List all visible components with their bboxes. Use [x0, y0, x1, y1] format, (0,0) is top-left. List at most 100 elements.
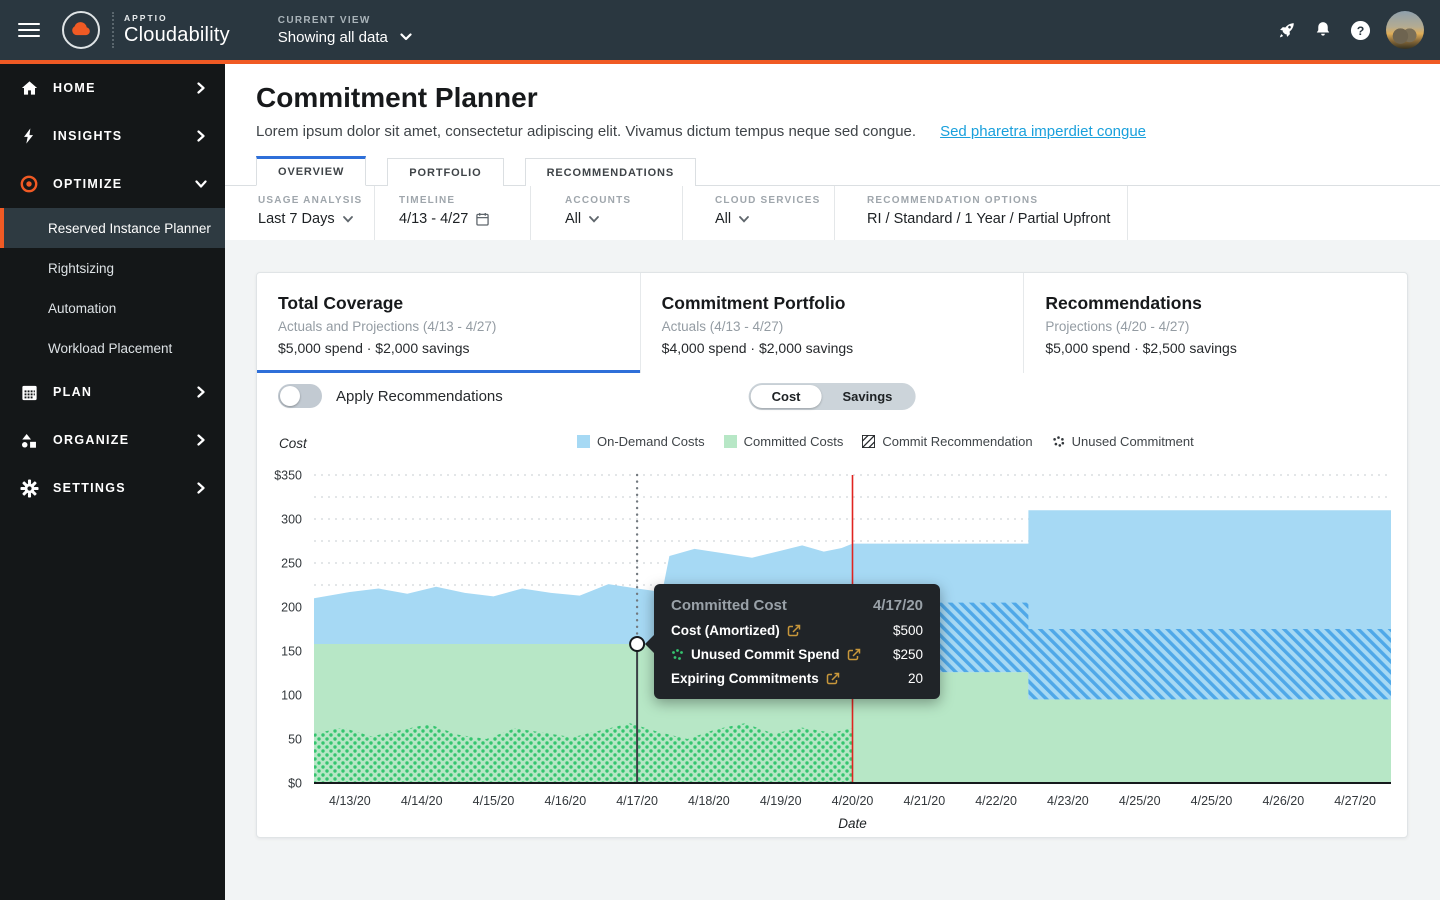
tooltip-row-label: Expiring Commitments — [671, 671, 819, 686]
current-view-label: CURRENT VIEW — [278, 15, 412, 26]
sidebar-item-reserved-instance-planner[interactable]: Reserved Instance Planner — [0, 208, 225, 248]
topbar-actions: ? — [1275, 11, 1424, 49]
sidebar-item-automation[interactable]: Automation — [0, 288, 225, 328]
chevron-right-icon — [195, 434, 207, 446]
chevron-right-icon — [195, 482, 207, 494]
toggle-cost[interactable]: Cost — [751, 385, 822, 408]
sidebar-item-optimize[interactable]: OPTIMIZE — [0, 160, 225, 208]
filter-label: USAGE ANALYSIS — [258, 195, 374, 206]
filter-usage-analysis[interactable]: USAGE ANALYSIS Last 7 Days — [256, 186, 375, 240]
tooltip-date: 4/17/20 — [873, 597, 923, 614]
external-link-icon[interactable] — [787, 624, 801, 638]
chart-controls: Apply Recommendations Cost Savings — [257, 373, 1407, 419]
logo-divider — [112, 12, 114, 48]
tooltip-title: Committed Cost — [671, 597, 787, 614]
legend-on-demand-costs[interactable]: On-Demand Costs — [577, 434, 705, 449]
svg-text:200: 200 — [281, 601, 302, 615]
legend-commit-recommendation[interactable]: Commit Recommendation — [862, 434, 1032, 449]
sidebar-item-insights[interactable]: INSIGHTS — [0, 112, 225, 160]
external-link-icon[interactable] — [847, 648, 861, 662]
chevron-right-icon — [195, 130, 207, 142]
svg-text:4/22/20: 4/22/20 — [975, 794, 1017, 808]
chevron-down-icon — [343, 216, 353, 223]
filter-value: RI / Standard / 1 Year / Partial Upfront — [867, 211, 1110, 227]
current-view-value: Showing all data — [278, 29, 388, 46]
topbar: APPTIO Cloudability CURRENT VIEW Showing… — [0, 0, 1440, 64]
page-description: Lorem ipsum dolor sit amet, consectetur … — [256, 123, 1440, 140]
svg-text:4/21/20: 4/21/20 — [903, 794, 945, 808]
menu-icon[interactable] — [18, 19, 40, 41]
svg-text:4/27/20: 4/27/20 — [1334, 794, 1376, 808]
svg-text:4/25/20: 4/25/20 — [1191, 794, 1233, 808]
legend-committed-costs[interactable]: Committed Costs — [724, 434, 844, 449]
legend-label: On-Demand Costs — [597, 434, 705, 449]
svg-text:4/18/20: 4/18/20 — [688, 794, 730, 808]
sidebar-item-label: INSIGHTS — [53, 129, 122, 143]
user-avatar[interactable] — [1386, 11, 1424, 49]
summary-card-recommendations[interactable]: Recommendations Projections (4/20 - 4/27… — [1023, 273, 1407, 373]
tab-recommendations[interactable]: RECOMMENDATIONS — [525, 158, 697, 186]
svg-text:100: 100 — [281, 689, 302, 703]
sidebar-item-organize[interactable]: ORGANIZE — [0, 416, 225, 464]
filter-cloud-services[interactable]: CLOUD SERVICES All — [683, 186, 835, 240]
svg-text:50: 50 — [288, 733, 302, 747]
chevron-right-icon — [195, 82, 207, 94]
sidebar-item-label: HOME — [53, 81, 96, 95]
filter-bar: USAGE ANALYSIS Last 7 Days TIMELINE 4/13… — [225, 186, 1440, 240]
main-content: Commitment Planner Lorem ipsum dolor sit… — [225, 64, 1440, 900]
sidebar-item-rightsizing[interactable]: Rightsizing — [0, 248, 225, 288]
svg-text:Date: Date — [838, 816, 867, 831]
filter-timeline[interactable]: TIMELINE 4/13 - 4/27 — [375, 186, 531, 240]
tooltip-row-label: Cost (Amortized) — [671, 623, 780, 638]
coverage-card: Total Coverage Actuals and Projections (… — [256, 272, 1408, 838]
svg-text:250: 250 — [281, 557, 302, 571]
chevron-down-icon — [195, 178, 207, 190]
summary-value: $4,000 spend · $2,000 savings — [662, 340, 1024, 356]
sidebar-item-home[interactable]: HOME — [0, 64, 225, 112]
tab-bar: OVERVIEW PORTFOLIO RECOMMENDATIONS — [225, 155, 1440, 186]
sidebar-item-label: ORGANIZE — [53, 433, 129, 447]
sidebar-item-settings[interactable]: SETTINGS — [0, 464, 225, 512]
chart-tooltip: Committed Cost 4/17/20 Cost (Amortized) … — [654, 584, 940, 699]
chevron-down-icon — [739, 216, 749, 223]
cloud-logo-icon — [62, 11, 100, 49]
sidebar-item-plan[interactable]: PLAN — [0, 368, 225, 416]
tooltip-row-value: $250 — [893, 647, 923, 662]
sidebar-item-workload-placement[interactable]: Workload Placement — [0, 328, 225, 368]
tooltip-row-value: 20 — [908, 671, 923, 686]
chart-legend: On-Demand Costs Committed Costs Commit R… — [577, 434, 1194, 449]
svg-text:4/14/20: 4/14/20 — [401, 794, 443, 808]
help-icon[interactable]: ? — [1349, 19, 1371, 41]
cloudability-logo: APPTIO Cloudability — [62, 11, 230, 49]
filter-label: CLOUD SERVICES — [715, 195, 834, 206]
summary-title: Total Coverage — [278, 293, 640, 314]
chevron-down-icon — [400, 33, 412, 41]
toggle-savings[interactable]: Savings — [822, 385, 914, 408]
tooltip-row-expiring-commitments: Expiring Commitments 20 — [671, 671, 923, 686]
svg-text:4/13/20: 4/13/20 — [329, 794, 371, 808]
dots-swatch-icon — [1052, 435, 1065, 448]
filter-accounts[interactable]: ACCOUNTS All — [531, 186, 683, 240]
tab-portfolio[interactable]: PORTFOLIO — [387, 158, 503, 186]
page-header: Commitment Planner Lorem ipsum dolor sit… — [225, 64, 1440, 240]
summary-value: $5,000 spend · $2,500 savings — [1045, 340, 1407, 356]
notifications-bell-icon[interactable] — [1312, 19, 1334, 41]
legend-unused-commitment[interactable]: Unused Commitment — [1052, 434, 1194, 449]
legend-label: Unused Commitment — [1072, 434, 1194, 449]
description-text: Lorem ipsum dolor sit amet, consectetur … — [256, 123, 916, 140]
on-demand-swatch-icon — [577, 435, 590, 448]
svg-text:300: 300 — [281, 513, 302, 527]
tab-overview[interactable]: OVERVIEW — [256, 156, 366, 186]
summary-card-commitment-portfolio[interactable]: Commitment Portfolio Actuals (4/13 - 4/2… — [640, 273, 1024, 373]
summary-row: Total Coverage Actuals and Projections (… — [257, 273, 1407, 373]
apply-recommendations-toggle[interactable] — [278, 384, 322, 408]
current-view-selector[interactable]: CURRENT VIEW Showing all data — [278, 15, 412, 46]
svg-text:$0: $0 — [288, 777, 302, 791]
filter-recommendation-options[interactable]: RECOMMENDATION OPTIONS RI / Standard / 1… — [835, 186, 1128, 240]
docs-link[interactable]: Sed pharetra imperdiet congue — [940, 123, 1146, 140]
rocket-icon[interactable] — [1275, 19, 1297, 41]
external-link-icon[interactable] — [826, 672, 840, 686]
y-axis-title: Cost — [279, 436, 307, 451]
sidebar-item-label: PLAN — [53, 385, 92, 399]
summary-card-total-coverage[interactable]: Total Coverage Actuals and Projections (… — [257, 273, 640, 373]
